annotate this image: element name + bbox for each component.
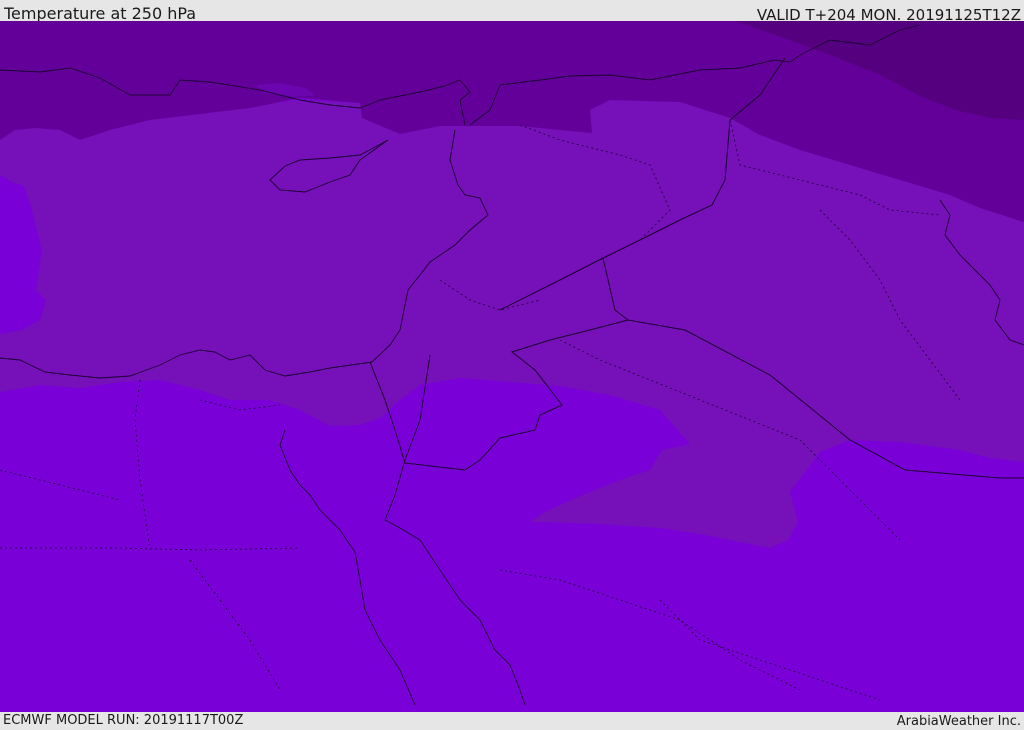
footer-bar: ECMWF MODEL RUN: 20191117T00Z ArabiaWeat… bbox=[0, 712, 1024, 729]
map-figure: Temperature at 250 hPa VALID T+204 MON. … bbox=[0, 0, 1024, 729]
temperature-map bbox=[0, 21, 1024, 712]
map-canvas bbox=[0, 21, 1024, 712]
credit: ArabiaWeather Inc. bbox=[896, 714, 1021, 729]
header-bar: Temperature at 250 hPa VALID T+204 MON. … bbox=[0, 0, 1024, 24]
model-run: ECMWF MODEL RUN: 20191117T00Z bbox=[3, 713, 244, 728]
